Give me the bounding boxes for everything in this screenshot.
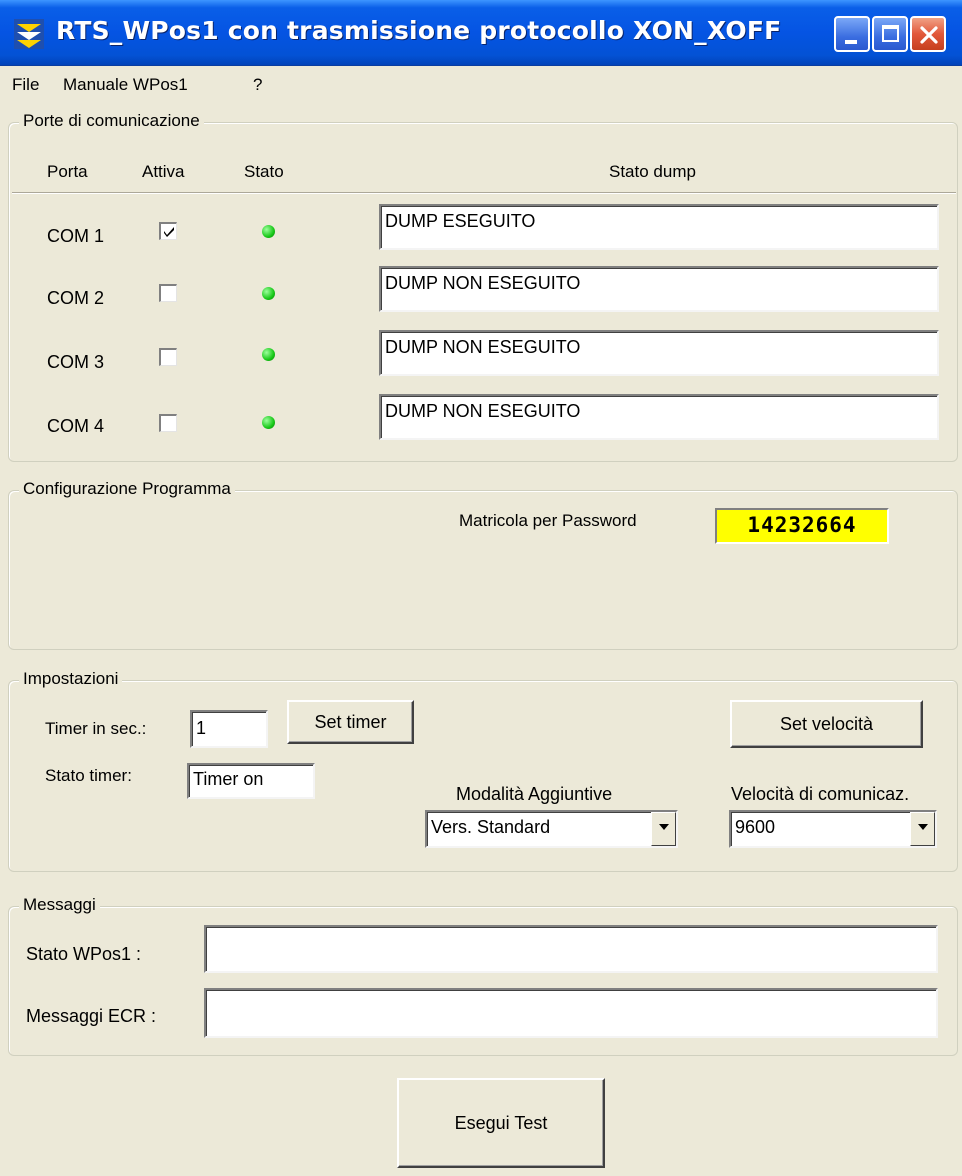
- port-status-led: [262, 225, 275, 238]
- port-status-led: [262, 416, 275, 429]
- modes-label: Modalità Aggiuntive: [456, 784, 613, 804]
- checkmark-icon: [164, 227, 174, 237]
- timer-input[interactable]: 1: [190, 710, 268, 748]
- set-speed-button[interactable]: Set velocità: [730, 700, 923, 748]
- dump-status-field[interactable]: DUMP ESEGUITO: [379, 204, 939, 250]
- speed-dropdown-button[interactable]: [910, 812, 935, 846]
- menu-bar: File Manuale WPos1 ?: [0, 66, 962, 100]
- timer-state-field[interactable]: Timer on: [187, 763, 315, 799]
- port-label: COM 1: [47, 226, 105, 246]
- set-timer-button[interactable]: Set timer: [287, 700, 414, 744]
- settings-group-title: Impostazioni: [19, 669, 123, 689]
- port-active-checkbox[interactable]: [159, 414, 177, 432]
- port-label: COM 4: [47, 416, 105, 436]
- ecr-messages-field[interactable]: [204, 988, 938, 1038]
- menu-manuale[interactable]: Manuale WPos1: [63, 75, 188, 95]
- dump-status-field[interactable]: DUMP NON ESEGUITO: [379, 330, 939, 376]
- rts-app-icon: [13, 18, 45, 50]
- maximize-icon: [882, 25, 899, 42]
- port-active-checkbox[interactable]: [159, 222, 177, 240]
- wpos-status-label: Stato WPos1 :: [26, 944, 142, 964]
- port-label: COM 2: [47, 288, 105, 308]
- header-divider-highlight: [12, 193, 956, 194]
- wpos-status-field[interactable]: [204, 925, 938, 973]
- modes-dropdown-button[interactable]: [651, 812, 676, 846]
- window-title: RTS_WPos1 con trasmissione protocollo XO…: [56, 16, 782, 45]
- ecr-messages-label: Messaggi ECR :: [26, 1006, 157, 1026]
- port-active-checkbox[interactable]: [159, 284, 177, 302]
- port-active-checkbox[interactable]: [159, 348, 177, 366]
- header-stato: Stato: [244, 162, 284, 181]
- close-icon: [920, 26, 938, 44]
- menu-help[interactable]: ?: [253, 75, 262, 95]
- dropdown-arrow-icon: [918, 824, 928, 830]
- timer-state-label: Stato timer:: [45, 766, 132, 785]
- dropdown-arrow-icon: [659, 824, 669, 830]
- port-status-led: [262, 348, 275, 361]
- config-group-title: Configurazione Programma: [19, 479, 235, 499]
- messages-group-title: Messaggi: [19, 895, 100, 915]
- timer-label: Timer in sec.:: [45, 719, 147, 738]
- speed-select[interactable]: 9600: [729, 810, 937, 848]
- dump-status-field[interactable]: DUMP NON ESEGUITO: [379, 266, 939, 312]
- minimize-button[interactable]: [834, 16, 870, 52]
- header-attiva: Attiva: [142, 162, 185, 181]
- application-window: RTS_WPos1 con trasmissione protocollo XO…: [0, 0, 962, 1176]
- run-test-button[interactable]: Esegui Test: [397, 1078, 605, 1168]
- minimize-icon: [845, 40, 857, 44]
- port-status-led: [262, 287, 275, 300]
- ports-group-title: Porte di comunicazione: [19, 111, 204, 131]
- close-button[interactable]: [910, 16, 946, 52]
- matricola-label: Matricola per Password: [459, 511, 637, 530]
- speed-label: Velocità di comunicaz.: [731, 784, 910, 804]
- header-porta: Porta: [47, 162, 88, 181]
- menu-file[interactable]: File: [12, 75, 39, 95]
- matricola-value: 14232664: [715, 508, 889, 544]
- dump-status-field[interactable]: DUMP NON ESEGUITO: [379, 394, 939, 440]
- port-label: COM 3: [47, 352, 105, 372]
- title-bar[interactable]: RTS_WPos1 con trasmissione protocollo XO…: [0, 0, 962, 66]
- modes-select[interactable]: Vers. Standard: [425, 810, 678, 848]
- header-stato-dump: Stato dump: [609, 162, 696, 181]
- speed-selected-value: 9600: [735, 817, 776, 837]
- maximize-button[interactable]: [872, 16, 908, 52]
- modes-selected-value: Vers. Standard: [431, 817, 551, 837]
